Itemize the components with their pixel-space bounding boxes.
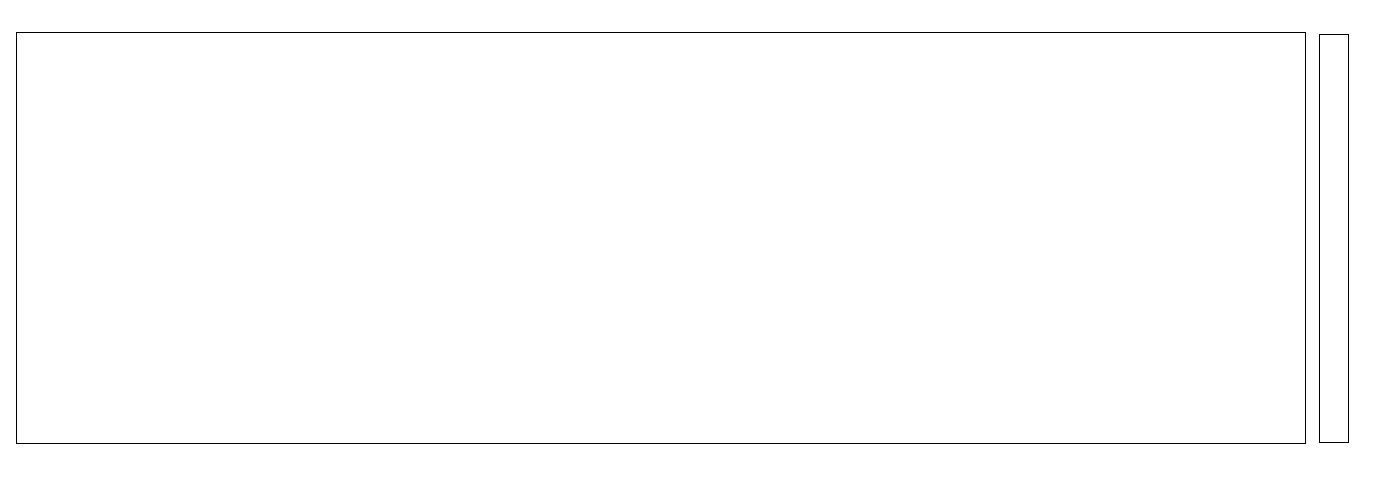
spectrogram-figure bbox=[0, 0, 1400, 500]
spectrogram-canvas bbox=[17, 33, 1305, 443]
spectrogram-plot-area bbox=[16, 32, 1306, 444]
colorbar bbox=[1319, 34, 1349, 443]
colorbar-canvas bbox=[1320, 35, 1348, 442]
